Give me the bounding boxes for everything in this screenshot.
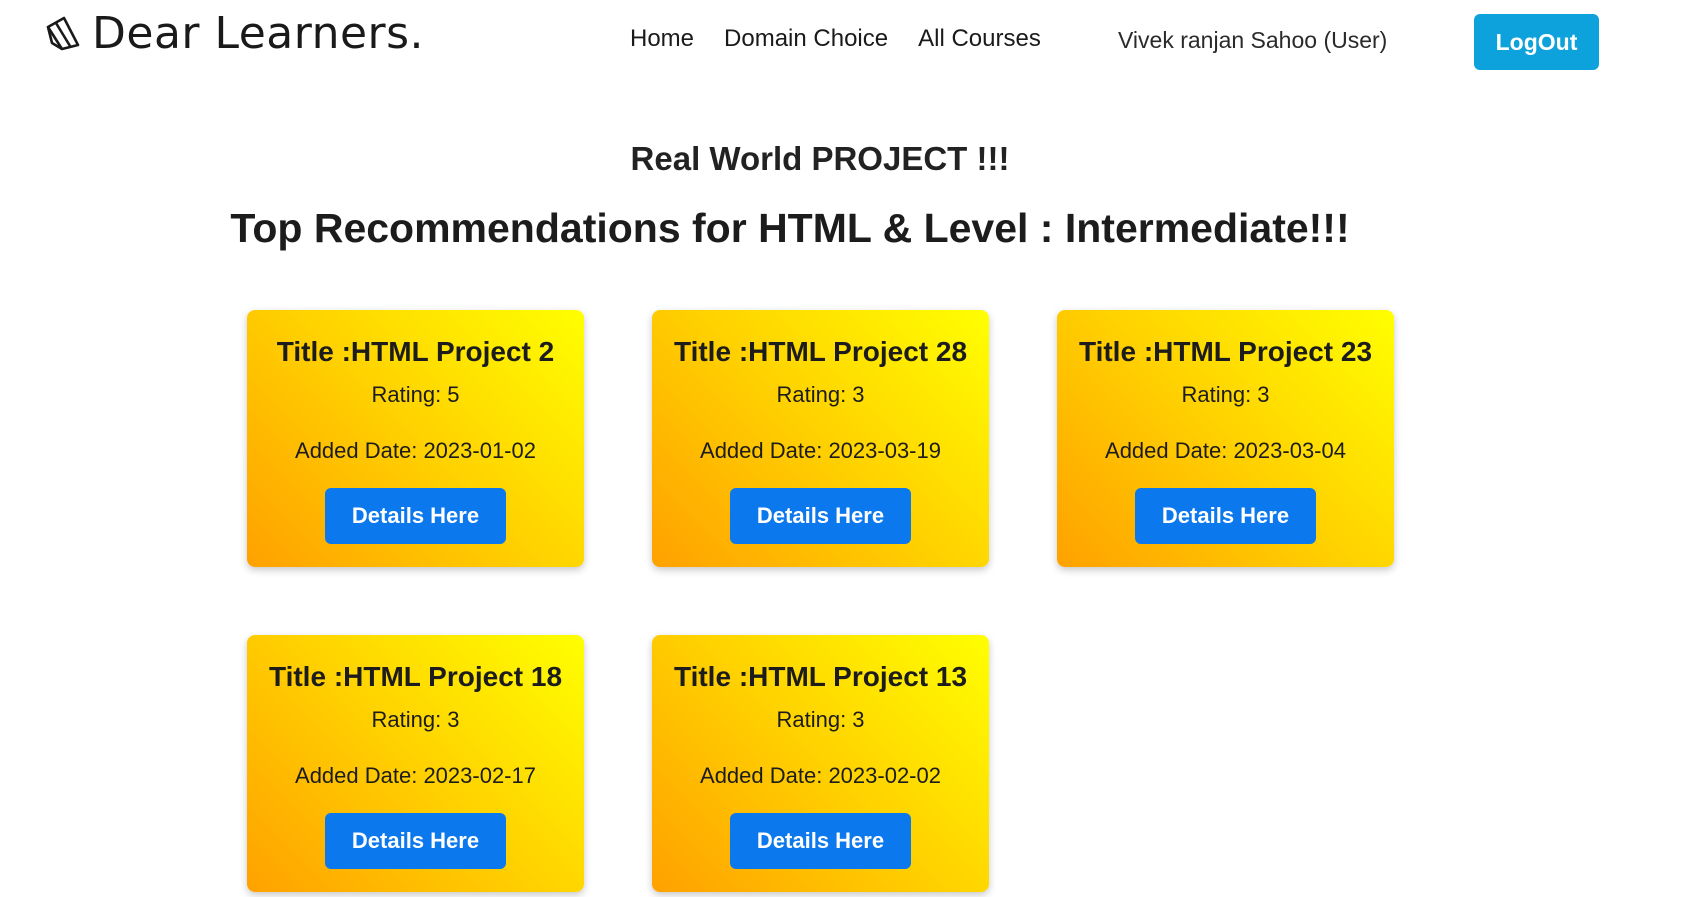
brand-name: Dear Learners.: [92, 8, 425, 59]
card-title: Title :HTML Project 23: [1078, 336, 1373, 367]
card-rating: Rating: 3: [1181, 382, 1270, 407]
card-rating: Rating: 3: [371, 707, 460, 732]
nav-link-domain-choice[interactable]: Domain Choice: [724, 22, 888, 56]
nav-link-home[interactable]: Home: [630, 22, 694, 56]
project-card: Title :HTML Project 18 Rating: 3 Added D…: [247, 635, 584, 892]
project-card: Title :HTML Project 2 Rating: 5 Added Da…: [247, 310, 584, 567]
navbar: Dear Learners. Home Domain Choice All Co…: [0, 0, 1700, 80]
nav-link-all-courses[interactable]: All Courses: [918, 22, 1041, 56]
section-heading: Real World PROJECT !!!: [630, 140, 1010, 177]
details-button[interactable]: Details Here: [325, 488, 506, 544]
book-icon: [44, 13, 82, 56]
card-rating: Rating: 3: [776, 382, 865, 407]
user-name: Vivek ranjan Sahoo (User): [1118, 27, 1388, 53]
details-button[interactable]: Details Here: [730, 813, 911, 869]
card-added-date: Added Date: 2023-01-02: [295, 438, 536, 463]
project-card: Title :HTML Project 28 Rating: 3 Added D…: [652, 310, 989, 567]
project-card: Title :HTML Project 23 Rating: 3 Added D…: [1057, 310, 1394, 567]
card-added-date: Added Date: 2023-03-19: [700, 438, 941, 463]
card-rating: Rating: 3: [776, 707, 865, 732]
card-added-date: Added Date: 2023-02-02: [700, 763, 941, 788]
details-button[interactable]: Details Here: [1135, 488, 1316, 544]
recommendations-heading: Top Recommendations for HTML & Level : I…: [230, 205, 1350, 251]
brand-link[interactable]: Dear Learners.: [44, 8, 424, 60]
details-button[interactable]: Details Here: [730, 488, 911, 544]
project-card: Title :HTML Project 13 Rating: 3 Added D…: [652, 635, 989, 892]
nav-links: Home Domain Choice All Courses: [630, 22, 1071, 56]
card-title: Title :HTML Project 28: [673, 336, 968, 367]
card-title: Title :HTML Project 2: [276, 336, 555, 367]
card-title: Title :HTML Project 13: [673, 661, 968, 692]
card-rating: Rating: 5: [371, 382, 460, 407]
card-title: Title :HTML Project 18: [268, 661, 563, 692]
details-button[interactable]: Details Here: [325, 813, 506, 869]
card-added-date: Added Date: 2023-02-17: [295, 763, 536, 788]
logout-button[interactable]: LogOut: [1474, 14, 1599, 70]
card-added-date: Added Date: 2023-03-04: [1105, 438, 1346, 463]
